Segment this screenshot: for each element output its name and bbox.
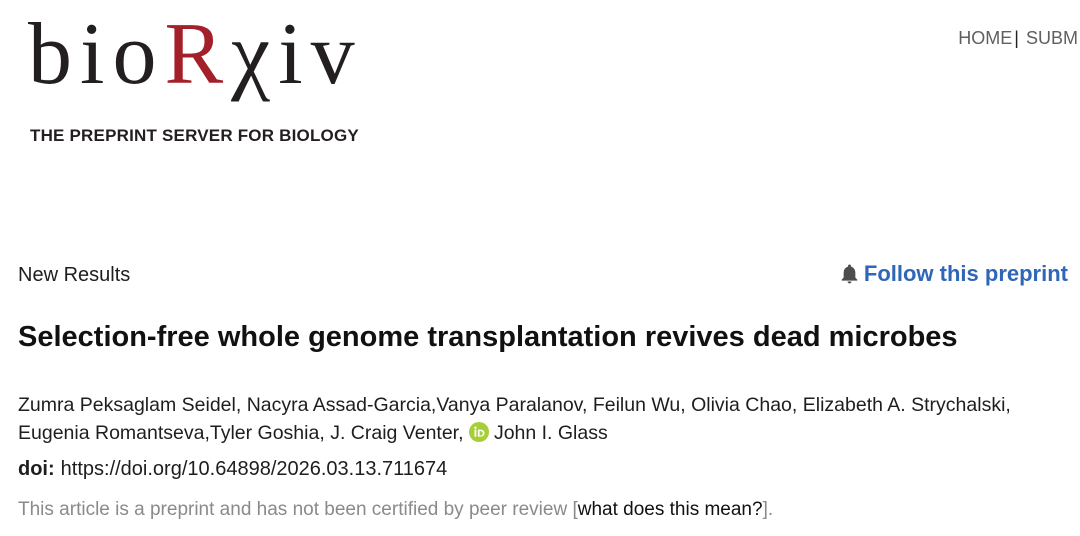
author-link[interactable]: Zumra Peksaglam Seidel: [18, 394, 236, 416]
author-line-2: Eugenia Romantseva,Tyler Goshia, J. Crai…: [18, 419, 1011, 447]
author-link[interactable]: J. Craig Venter: [330, 422, 458, 444]
logo-accent-letter: R: [164, 6, 232, 103]
author-separator: ,: [581, 394, 593, 416]
nav-home-link[interactable]: HOME: [958, 29, 1012, 47]
author-list: Zumra Peksaglam Seidel, Nacyra Assad-Gar…: [18, 391, 1011, 447]
article-title: Selection-free whole genome transplantat…: [18, 321, 958, 353]
author-separator: ,: [1005, 394, 1011, 416]
biorxiv-logo[interactable]: bioRχiv THE PREPRINT SERVER FOR BIOLOGY: [28, 11, 368, 147]
orcid-icon[interactable]: [468, 421, 489, 442]
nav-separator: |: [1014, 28, 1019, 48]
article-type-label: New Results: [18, 264, 131, 286]
logo-wordmark: bioRχiv: [28, 11, 363, 99]
notice-text: This article is a preprint and has not b…: [18, 499, 578, 520]
author-link[interactable]: Nacyra Assad-Garcia: [247, 394, 431, 416]
author-link[interactable]: Olivia Chao: [691, 394, 792, 416]
follow-preprint-link[interactable]: Follow this preprint: [841, 263, 1068, 285]
notice-close: ].: [762, 499, 774, 520]
author-link[interactable]: John I. Glass: [494, 422, 608, 444]
logo-suffix: χiv: [231, 6, 363, 103]
logo-tagline: THE PREPRINT SERVER FOR BIOLOGY: [30, 126, 359, 145]
author-separator: ,: [319, 422, 331, 444]
author-separator: ,: [791, 394, 803, 416]
author-link[interactable]: Tyler Goshia: [210, 422, 319, 444]
nav-submit-link[interactable]: SUBM: [1026, 29, 1078, 47]
author-separator: ,: [235, 394, 247, 416]
author-line-1: Zumra Peksaglam Seidel, Nacyra Assad-Gar…: [18, 391, 1011, 419]
author-link[interactable]: Eugenia Romantseva: [18, 422, 204, 444]
doi-link[interactable]: https://doi.org/10.64898/2026.03.13.7116…: [61, 458, 448, 480]
what-does-this-mean-link[interactable]: what does this mean?: [578, 499, 763, 520]
top-nav: HOME | SUBM: [958, 29, 1078, 47]
peer-review-notice: This article is a preprint and has not b…: [18, 500, 773, 519]
author-link[interactable]: Vanya Paralanov: [436, 394, 582, 416]
author-link[interactable]: Feilun Wu: [593, 394, 680, 416]
logo-prefix: bio: [28, 6, 165, 103]
author-separator: ,: [458, 422, 469, 444]
author-link[interactable]: Elizabeth A. Strychalski: [803, 394, 1006, 416]
follow-preprint-label[interactable]: Follow this preprint: [864, 263, 1068, 285]
doi-label: doi:: [18, 458, 55, 480]
doi-line: doi: https://doi.org/10.64898/2026.03.13.…: [18, 459, 447, 479]
bell-icon[interactable]: [841, 264, 858, 284]
author-separator: ,: [680, 394, 692, 416]
